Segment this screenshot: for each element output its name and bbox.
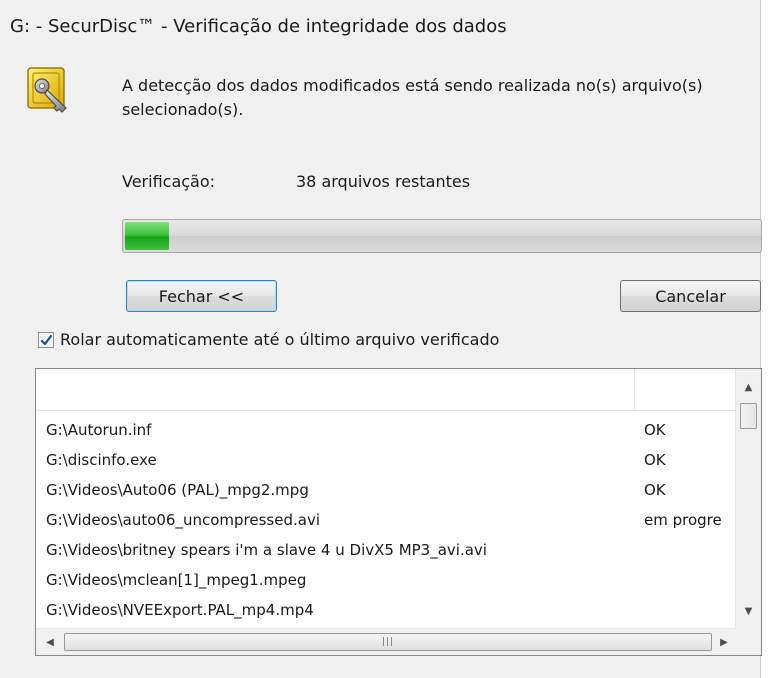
autoscroll-checkbox[interactable] [38, 332, 54, 348]
list-item[interactable]: G:\Autorun.inf OK [36, 417, 736, 447]
horizontal-scrollbar[interactable]: ◀ ||| ▶ [36, 628, 736, 655]
file-path: G:\Autorun.inf [46, 421, 152, 439]
file-path: G:\discinfo.exe [46, 451, 157, 469]
file-list-rows: G:\Autorun.inf OK G:\discinfo.exe OK G:\Vide… [36, 417, 736, 627]
title-bar[interactable]: G: - SecurDisc™ - Verificação de integri… [0, 0, 775, 58]
autoscroll-label[interactable]: Rolar automaticamente até o último arqui… [60, 330, 499, 349]
files-remaining-text: 38 arquivos restantes [296, 172, 471, 191]
file-status: em progre [644, 511, 722, 529]
scroll-up-arrow-icon[interactable]: ▲ [736, 375, 761, 399]
window-title: G: - SecurDisc™ - Verificação de integri… [10, 16, 507, 37]
window-frame-edge [760, 0, 775, 678]
file-list[interactable]: G:\Autorun.inf OK G:\discinfo.exe OK G:\Vide… [35, 368, 762, 656]
close-button[interactable]: Fechar << [126, 280, 277, 312]
grip-icon: ||| [381, 637, 395, 647]
column-divider[interactable] [634, 369, 635, 410]
file-status: OK [644, 451, 666, 469]
scroll-down-arrow-icon[interactable]: ▼ [736, 599, 761, 623]
status-message: A detecção dos dados modificados está se… [122, 76, 703, 119]
safe-key-icon [22, 64, 74, 116]
file-path: G:\Videos\auto06_uncompressed.avi [46, 511, 320, 529]
file-path: G:\Videos\NVEExport.PAL_mp4.mp4 [46, 601, 314, 619]
verification-progress-bar [122, 219, 762, 253]
list-item[interactable]: G:\discinfo.exe OK [36, 447, 736, 477]
file-path: G:\Videos\britney spears i'm a slave 4 u… [46, 541, 487, 559]
vertical-scrollbar[interactable]: ▲ ▼ [735, 369, 761, 629]
verification-label: Verificação: [122, 172, 216, 191]
scrollbar-corner [736, 629, 761, 655]
horizontal-scroll-thumb[interactable]: ||| [64, 633, 712, 651]
dialog-window: G: - SecurDisc™ - Verificação de integri… [0, 0, 775, 678]
file-status: OK [644, 421, 666, 439]
list-header[interactable] [36, 369, 736, 411]
checkmark-icon [40, 334, 52, 345]
file-path: G:\Videos\Auto06 (PAL)_mpg2.mpg [46, 481, 309, 499]
cancel-button[interactable]: Cancelar [620, 280, 761, 312]
scroll-right-arrow-icon[interactable]: ▶ [712, 629, 736, 655]
list-item[interactable]: G:\Videos\auto06_uncompressed.avi em prog… [36, 507, 736, 537]
scroll-left-arrow-icon[interactable]: ◀ [38, 629, 62, 655]
file-status: OK [644, 481, 666, 499]
list-item[interactable]: G:\Videos\britney spears i'm a slave 4 u… [36, 537, 736, 567]
list-item[interactable]: G:\Videos\NVEExport.PAL_mp4.mp4 [36, 597, 736, 627]
progress-fill [125, 222, 169, 250]
file-path: G:\Videos\mclean[1]_mpeg1.mpeg [46, 571, 307, 589]
list-item[interactable]: G:\Videos\mclean[1]_mpeg1.mpeg [36, 567, 736, 597]
vertical-scroll-thumb[interactable] [740, 403, 757, 429]
list-item[interactable]: G:\Videos\Auto06 (PAL)_mpg2.mpg OK [36, 477, 736, 507]
